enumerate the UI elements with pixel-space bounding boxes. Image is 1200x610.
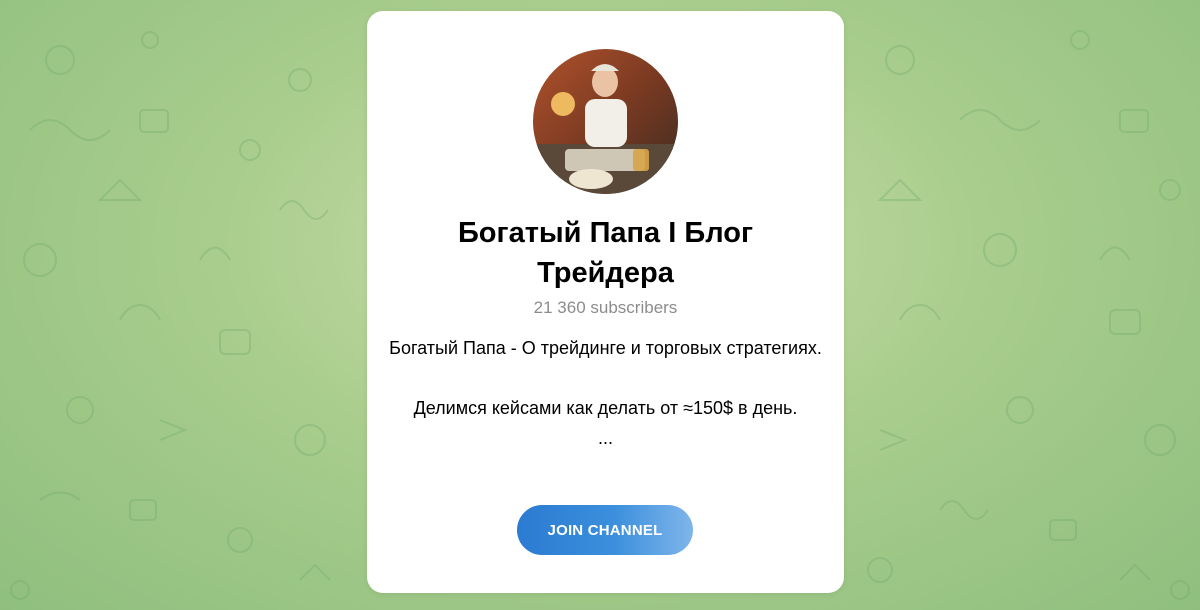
description-line: Делимся кейсами как делать от ≈150$ в де… <box>413 398 798 418</box>
channel-avatar-photo-icon <box>533 49 678 194</box>
description-ellipsis: ... <box>597 428 613 448</box>
channel-description: Богатый Папа - О трейдинге и торговых ст… <box>387 333 824 453</box>
channel-title: Богатый Папа I Блог Трейдера <box>457 217 754 289</box>
description-line: Богатый Папа - О трейдинге и торговых ст… <box>389 338 822 358</box>
channel-preview-card: Богатый Папа I Блог Трейдера 21 360 subs… <box>367 11 844 593</box>
subscriber-count: 21 360 subscribers <box>533 298 678 317</box>
channel-avatar <box>533 49 678 194</box>
join-channel-button[interactable]: JOIN CHANNEL <box>517 505 693 555</box>
